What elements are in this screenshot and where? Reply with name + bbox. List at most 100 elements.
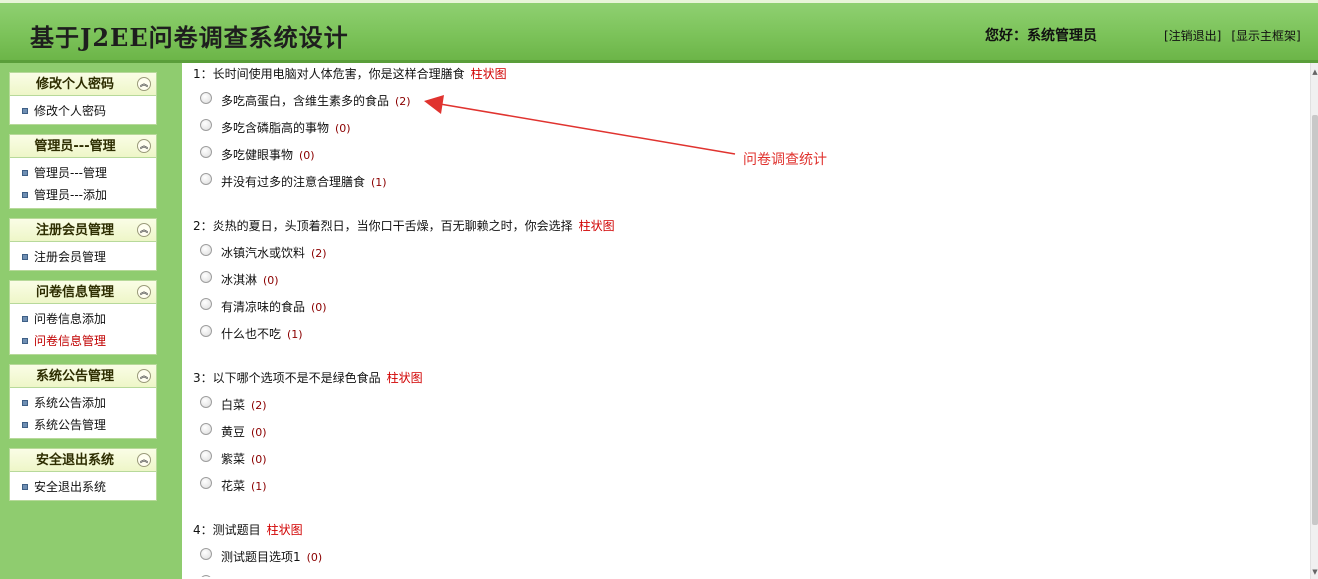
bar-chart-link[interactable]: 柱状图 bbox=[471, 67, 507, 81]
sidebar-item-notice-add[interactable]: 系统公告添加 bbox=[10, 392, 156, 414]
vote-count: (0) bbox=[311, 301, 327, 314]
option-row[interactable]: 紫菜 (0) bbox=[200, 449, 267, 468]
option-label: 冰淇淋 bbox=[221, 273, 258, 287]
double-chevron-up-icon[interactable]: ︽ bbox=[137, 77, 151, 91]
bar-chart-link[interactable]: 柱状图 bbox=[579, 219, 615, 233]
option-row[interactable]: 什么也不吃 (1) bbox=[200, 324, 303, 343]
vote-count: (0) bbox=[263, 274, 279, 287]
radio-icon[interactable] bbox=[200, 574, 212, 577]
vote-count: (0) bbox=[335, 122, 351, 135]
option-row[interactable]: 冰淇淋 (0) bbox=[200, 270, 279, 289]
menu-group-password: 修改个人密码 ︽ 修改个人密码 bbox=[9, 72, 157, 125]
sidebar-item-member-manage[interactable]: 注册会员管理 bbox=[10, 246, 156, 268]
sidebar-item-admin-manage[interactable]: 管理员---管理 bbox=[10, 162, 156, 184]
option-row[interactable]: 冰镇汽水或饮料 (2) bbox=[200, 243, 327, 262]
menu-head-logout[interactable]: 安全退出系统 ︽ bbox=[9, 448, 157, 472]
bullet-icon bbox=[22, 483, 28, 490]
radio-icon[interactable] bbox=[200, 243, 212, 256]
double-chevron-up-icon[interactable]: ︽ bbox=[137, 453, 151, 467]
question-title: 4：测试题目 柱状图 bbox=[193, 520, 303, 540]
sidebar-item-survey-add[interactable]: 问卷信息添加 bbox=[10, 308, 156, 330]
scroll-up-arrow-icon[interactable]: ▲ bbox=[1311, 67, 1318, 77]
scroll-thumb[interactable] bbox=[1312, 115, 1318, 525]
menu-body: 问卷信息添加 问卷信息管理 bbox=[9, 304, 157, 355]
question-3: 3：以下哪个选项不是不是绿色食品 柱状图 bbox=[193, 368, 423, 388]
menu-head-members[interactable]: 注册会员管理 ︽ bbox=[9, 218, 157, 242]
radio-icon[interactable] bbox=[200, 449, 212, 462]
top-links: [注销退出] [显示主框架] bbox=[1164, 27, 1301, 44]
menu-body: 安全退出系统 bbox=[9, 472, 157, 501]
option-row[interactable]: 有清凉味的食品 (0) bbox=[200, 297, 327, 316]
menu-head-admin[interactable]: 管理员---管理 ︽ bbox=[9, 134, 157, 158]
bullet-icon bbox=[22, 169, 28, 176]
radio-icon[interactable] bbox=[200, 297, 212, 310]
sidebar-item-label: 问卷信息添加 bbox=[34, 312, 107, 326]
radio-icon[interactable] bbox=[200, 91, 212, 104]
vote-count: (2) bbox=[395, 95, 411, 108]
question-text: 长时间使用电脑对人体危害，你是这样合理膳食 bbox=[212, 67, 465, 81]
vote-count: (0) bbox=[299, 149, 315, 162]
double-chevron-up-icon[interactable]: ︽ bbox=[137, 369, 151, 383]
option-label: 多吃健眼事物 bbox=[221, 148, 294, 162]
menu-head-password[interactable]: 修改个人密码 ︽ bbox=[9, 72, 157, 96]
menu-group-notice: 系统公告管理 ︽ 系统公告添加 系统公告管理 bbox=[9, 364, 157, 439]
double-chevron-up-icon[interactable]: ︽ bbox=[137, 223, 151, 237]
vertical-scrollbar[interactable]: ▲ ▼ bbox=[1310, 63, 1318, 579]
question-2: 2：炎热的夏日，头顶着烈日，当你口干舌燥，百无聊赖之时，你会选择 柱状图 bbox=[193, 216, 615, 236]
sidebar-item-survey-manage[interactable]: 问卷信息管理 bbox=[10, 330, 156, 352]
radio-icon[interactable] bbox=[200, 172, 212, 185]
sidebar-item-notice-manage[interactable]: 系统公告管理 bbox=[10, 414, 156, 436]
vote-count: (2) bbox=[251, 399, 267, 412]
bullet-icon bbox=[22, 253, 28, 260]
double-chevron-up-icon[interactable]: ︽ bbox=[137, 139, 151, 153]
menu-body: 修改个人密码 bbox=[9, 96, 157, 125]
menu-head-notice[interactable]: 系统公告管理 ︽ bbox=[9, 364, 157, 388]
vote-count: (1) bbox=[371, 176, 387, 189]
sidebar-item-label: 管理员---添加 bbox=[34, 188, 107, 202]
bullet-icon bbox=[22, 421, 28, 428]
sidebar-item-label: 安全退出系统 bbox=[34, 480, 107, 494]
bar-chart-link[interactable]: 柱状图 bbox=[387, 371, 423, 385]
option-label: 并没有过多的注意合理膳食 bbox=[221, 175, 366, 189]
scroll-down-arrow-icon[interactable]: ▼ bbox=[1311, 567, 1318, 577]
option-label: 有清凉味的食品 bbox=[221, 300, 306, 314]
option-row[interactable]: 白菜 (2) bbox=[200, 395, 267, 414]
sidebar-item-admin-add[interactable]: 管理员---添加 bbox=[10, 184, 156, 206]
sidebar-item-label: 问卷信息管理 bbox=[34, 334, 107, 348]
radio-icon[interactable] bbox=[200, 324, 212, 337]
radio-icon[interactable] bbox=[200, 145, 212, 158]
double-chevron-up-icon[interactable]: ︽ bbox=[137, 285, 151, 299]
option-label: 白菜 bbox=[221, 398, 246, 412]
menu-body: 系统公告添加 系统公告管理 bbox=[9, 388, 157, 439]
radio-icon[interactable] bbox=[200, 547, 212, 560]
menu-head-label: 管理员---管理 bbox=[34, 139, 116, 154]
logout-link[interactable]: [注销退出] bbox=[1164, 29, 1221, 43]
vote-count: (1) bbox=[251, 480, 267, 493]
question-1: 1：长时间使用电脑对人体危害，你是这样合理膳食 柱状图 bbox=[193, 64, 507, 84]
option-row[interactable]: 多吃含磷脂高的事物 (0) bbox=[200, 118, 351, 137]
radio-icon[interactable] bbox=[200, 118, 212, 131]
bar-chart-link[interactable]: 柱状图 bbox=[267, 523, 303, 537]
option-row[interactable]: 并没有过多的注意合理膳食 (1) bbox=[200, 172, 387, 191]
radio-icon[interactable] bbox=[200, 476, 212, 489]
option-row[interactable]: 多吃高蛋白，含维生素多的食品 (2) bbox=[200, 91, 411, 110]
menu-head-label: 注册会员管理 bbox=[35, 223, 114, 238]
menu-head-survey[interactable]: 问卷信息管理 ︽ bbox=[9, 280, 157, 304]
option-row[interactable]: 多吃健眼事物 (0) bbox=[200, 145, 315, 164]
radio-icon[interactable] bbox=[200, 422, 212, 435]
sidebar-item-safe-logout[interactable]: 安全退出系统 bbox=[10, 476, 156, 498]
sidebar-item-label: 系统公告添加 bbox=[34, 396, 107, 410]
option-row[interactable]: 花菜 (1) bbox=[200, 476, 267, 495]
radio-icon[interactable] bbox=[200, 270, 212, 283]
show-main-frame-link[interactable]: [显示主框架] bbox=[1231, 29, 1300, 43]
radio-icon[interactable] bbox=[200, 395, 212, 408]
option-label: 什么也不吃 bbox=[221, 327, 282, 341]
option-label: 花菜 bbox=[221, 479, 246, 493]
bullet-icon bbox=[22, 315, 28, 322]
sidebar-item-label: 系统公告管理 bbox=[34, 418, 107, 432]
question-title: 2：炎热的夏日，头顶着烈日，当你口干舌燥，百无聊赖之时，你会选择 柱状图 bbox=[193, 216, 615, 236]
option-row[interactable]: 黄豆 (0) bbox=[200, 422, 267, 441]
sidebar-item-change-password[interactable]: 修改个人密码 bbox=[10, 100, 156, 122]
option-row[interactable]: 测试题目选项1 (0) bbox=[200, 547, 322, 566]
option-label: 黄豆 bbox=[221, 425, 246, 439]
